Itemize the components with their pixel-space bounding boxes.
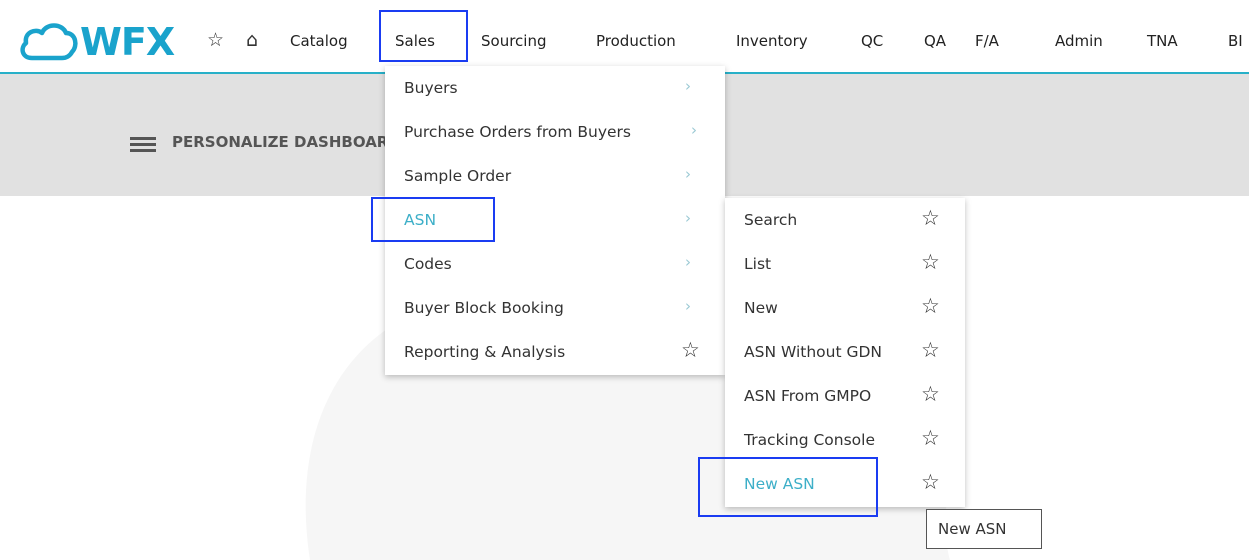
logo-text: WFX bbox=[80, 20, 175, 64]
menu-item-purchase-orders[interactable]: Purchase Orders from Buyers › bbox=[385, 110, 725, 154]
nav-sourcing[interactable]: Sourcing bbox=[481, 31, 547, 51]
star-icon[interactable]: ☆ bbox=[921, 250, 940, 274]
chevron-right-icon: › bbox=[685, 209, 691, 227]
menu-item-buyers[interactable]: Buyers › bbox=[385, 66, 725, 110]
top-navigation-bar: WFX ☆ ⌂ Catalog Sales Sourcing Productio… bbox=[0, 0, 1249, 74]
asn-highlight-box bbox=[371, 197, 495, 242]
chevron-right-icon: › bbox=[685, 165, 691, 183]
submenu-item-asn-from-gmpo[interactable]: ASN From GMPO ☆ bbox=[725, 374, 965, 418]
submenu-item-list[interactable]: List ☆ bbox=[725, 242, 965, 286]
menu-item-label: Purchase Orders from Buyers bbox=[404, 123, 631, 141]
personalize-dashboard-label[interactable]: PERSONALIZE DASHBOARD bbox=[172, 133, 387, 151]
submenu-item-tracking-console[interactable]: Tracking Console ☆ bbox=[725, 418, 965, 462]
submenu-item-label: New bbox=[744, 299, 778, 317]
home-icon[interactable]: ⌂ bbox=[246, 30, 258, 50]
submenu-item-label: Search bbox=[744, 211, 798, 229]
menu-item-codes[interactable]: Codes › bbox=[385, 242, 725, 286]
star-icon[interactable]: ☆ bbox=[207, 30, 224, 50]
submenu-item-label: Tracking Console bbox=[744, 431, 875, 449]
star-icon[interactable]: ☆ bbox=[921, 338, 940, 362]
wfx-logo[interactable]: WFX bbox=[18, 18, 186, 66]
menu-item-label: Sample Order bbox=[404, 167, 512, 185]
nav-admin[interactable]: Admin bbox=[1055, 31, 1103, 51]
nav-fa[interactable]: F/A bbox=[975, 31, 999, 51]
submenu-item-asn-without-gdn[interactable]: ASN Without GDN ☆ bbox=[725, 330, 965, 374]
menu-item-label: Buyers bbox=[404, 79, 458, 97]
tooltip-text: New ASN bbox=[938, 520, 1007, 538]
star-icon[interactable]: ☆ bbox=[921, 426, 940, 450]
nav-tna[interactable]: TNA bbox=[1147, 31, 1178, 51]
chevron-right-icon: › bbox=[685, 77, 691, 95]
menu-item-label: Codes bbox=[404, 255, 452, 273]
submenu-item-label: ASN From GMPO bbox=[744, 387, 872, 405]
star-icon[interactable]: ☆ bbox=[921, 382, 940, 406]
submenu-item-search[interactable]: Search ☆ bbox=[725, 198, 965, 242]
nav-production[interactable]: Production bbox=[596, 31, 676, 51]
nav-qa[interactable]: QA bbox=[924, 31, 946, 51]
star-icon[interactable]: ☆ bbox=[921, 470, 940, 494]
nav-qc[interactable]: QC bbox=[861, 31, 883, 51]
chevron-right-icon: › bbox=[685, 297, 691, 315]
submenu-item-label: List bbox=[744, 255, 772, 273]
menu-item-label: Reporting & Analysis bbox=[404, 343, 566, 361]
chevron-right-icon: › bbox=[685, 253, 691, 271]
menu-item-label: Buyer Block Booking bbox=[404, 299, 564, 317]
chevron-right-icon: › bbox=[691, 121, 697, 139]
star-icon[interactable]: ☆ bbox=[921, 294, 940, 318]
star-icon[interactable]: ☆ bbox=[681, 338, 700, 362]
new-asn-highlight-box bbox=[698, 457, 878, 517]
submenu-item-label: ASN Without GDN bbox=[744, 343, 883, 361]
submenu-item-new[interactable]: New ☆ bbox=[725, 286, 965, 330]
nav-bi[interactable]: BI bbox=[1228, 31, 1243, 51]
menu-item-buyer-block-booking[interactable]: Buyer Block Booking › bbox=[385, 286, 725, 330]
menu-item-sample-order[interactable]: Sample Order › bbox=[385, 154, 725, 198]
cloud-icon bbox=[20, 23, 78, 61]
nav-inventory[interactable]: Inventory bbox=[736, 31, 808, 51]
star-icon[interactable]: ☆ bbox=[921, 206, 940, 230]
tooltip: New ASN bbox=[926, 509, 1042, 549]
nav-catalog[interactable]: Catalog bbox=[290, 31, 348, 51]
sales-highlight-box bbox=[379, 10, 468, 62]
hamburger-icon[interactable] bbox=[130, 137, 156, 153]
menu-item-reporting-analysis[interactable]: Reporting & Analysis ☆ bbox=[385, 330, 725, 374]
